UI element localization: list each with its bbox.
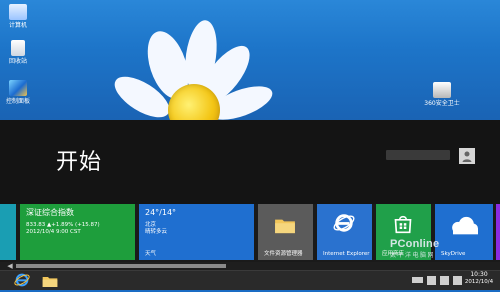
scroll-left-icon[interactable]: ◀ bbox=[6, 262, 14, 270]
recycle-bin-icon bbox=[11, 40, 25, 56]
partial-tile[interactable] bbox=[496, 204, 500, 260]
taskbar-internet-explorer[interactable] bbox=[14, 272, 30, 288]
flag-icon[interactable] bbox=[427, 275, 436, 285]
system-tray bbox=[412, 273, 462, 287]
desktop-icon-label: 控制面板 bbox=[5, 98, 30, 105]
tile-internet-explorer-label: Internet Explorer bbox=[323, 251, 370, 257]
tile-stocks-line: 2012/10/4 9:00 CST bbox=[26, 229, 81, 235]
control-panel-icon bbox=[9, 80, 27, 96]
cloud-icon bbox=[452, 216, 478, 235]
tile-skydrive[interactable]: SkyDrive bbox=[435, 204, 493, 260]
network-icon[interactable] bbox=[440, 275, 449, 285]
internet-explorer-icon bbox=[333, 214, 355, 232]
tile-weather-temp: 24°/14° bbox=[145, 208, 177, 217]
keyboard-icon[interactable] bbox=[412, 277, 423, 283]
scrollbar-thumb[interactable] bbox=[16, 264, 226, 268]
tile-stocks-line: 833.83 ▲+1.89% (+15.87) bbox=[26, 222, 100, 228]
watermark: PConline 太平洋电脑网 bbox=[390, 238, 439, 259]
internet-explorer-icon bbox=[14, 273, 30, 287]
desktop-icon-label: 360安全卫士 bbox=[424, 100, 460, 107]
desktop-icon-label: 计算机 bbox=[8, 22, 27, 29]
tile-file-explorer-label: 文件资源管理器 bbox=[264, 251, 303, 257]
user-avatar-icon[interactable] bbox=[459, 148, 475, 164]
watermark-brand: PConline bbox=[390, 238, 440, 250]
tile-skydrive-label: SkyDrive bbox=[441, 251, 466, 257]
computer-icon bbox=[9, 4, 27, 20]
tile-weather-label: 天气 bbox=[145, 251, 157, 257]
partial-tile[interactable] bbox=[0, 204, 16, 260]
start-title: 开始 bbox=[56, 150, 103, 175]
desktop-icon-label: 回收站 bbox=[8, 58, 27, 65]
tile-file-explorer[interactable]: 文件资源管理器 bbox=[258, 204, 313, 260]
tile-stocks[interactable]: 深证综合指数 833.83 ▲+1.89% (+15.87) 2012/10/4… bbox=[20, 204, 135, 260]
clock-time[interactable]: 10:30 bbox=[460, 271, 498, 278]
clock-date[interactable]: 2012/10/4 bbox=[460, 279, 498, 286]
tile-weather-line: 晴转多云 bbox=[145, 229, 168, 235]
taskbar-file-explorer[interactable] bbox=[42, 273, 58, 287]
desktop-background: 计算机 回收站 控制面板 360安全卫士 bbox=[0, 0, 500, 120]
watermark-subtitle: 太平洋电脑网 bbox=[390, 253, 436, 259]
folder-icon bbox=[275, 219, 295, 234]
tile-internet-explorer[interactable]: Internet Explorer bbox=[317, 204, 372, 260]
folder-icon bbox=[42, 277, 58, 287]
store-icon bbox=[394, 215, 412, 234]
desktop-icon-recycle-bin[interactable]: 回收站 bbox=[2, 40, 34, 65]
app-shortcut-icon bbox=[433, 82, 451, 98]
desktop-icon-computer[interactable]: 计算机 bbox=[2, 4, 34, 29]
user-name[interactable] bbox=[386, 150, 450, 160]
tile-stocks-title: 深证综合指数 bbox=[26, 208, 74, 217]
desktop-icon-shortcut[interactable]: 360安全卫士 bbox=[424, 82, 460, 107]
tile-weather-line: 北京 bbox=[145, 222, 157, 228]
desktop-icon-control-panel[interactable]: 控制面板 bbox=[2, 80, 34, 105]
user-avatar-glyph bbox=[462, 151, 472, 162]
tile-weather[interactable]: 24°/14° 北京 晴转多云 天气 bbox=[139, 204, 254, 260]
